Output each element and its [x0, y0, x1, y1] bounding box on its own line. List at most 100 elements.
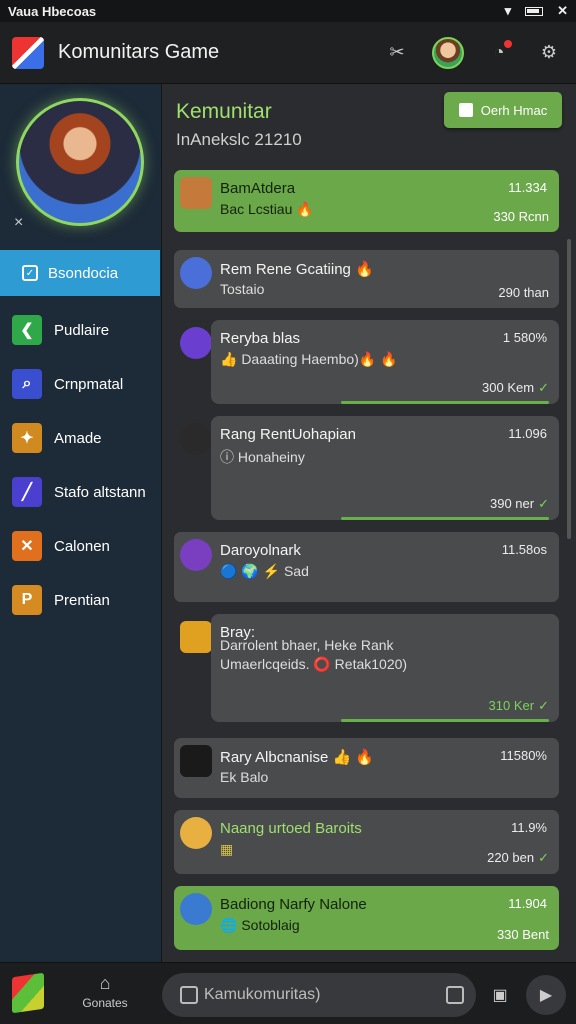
- image-icon[interactable]: ▣: [482, 977, 518, 1013]
- chat-message: 👍 Daaating Haembo)🔥 🔥: [220, 351, 398, 367]
- scrollbar[interactable]: [567, 239, 571, 539]
- chat-message: Darrolent bhaer, Heke Rank: [220, 637, 394, 653]
- chat-time: 11.096: [508, 426, 547, 441]
- badge-icon: P: [12, 585, 42, 615]
- chat-footer: 310 Ker ✓: [489, 698, 549, 714]
- wifi-icon: ▾: [504, 3, 512, 18]
- home-tab[interactable]: ⌂ Gonates: [80, 973, 130, 1010]
- sidebar-item-label: Stafo altstann: [54, 483, 146, 501]
- user-avatar[interactable]: [432, 36, 464, 69]
- sword-icon: ╱: [12, 477, 42, 507]
- avatar: [180, 423, 212, 455]
- close-icon[interactable]: ✕: [557, 3, 568, 19]
- chat-time: 1 580%: [502, 330, 547, 345]
- chat-message: ⓘ Honaheiny: [220, 449, 305, 465]
- chat-card[interactable]: Badiong Narfy Nalone 🌐 Sotoblaig 11.904 …: [174, 886, 559, 950]
- profile-avatar[interactable]: [16, 98, 144, 226]
- chat-message: Ek Balo: [220, 769, 269, 785]
- sidebar-item-label: Prentian: [54, 591, 110, 609]
- carrier-text: Vaua Hbecoas: [8, 3, 97, 19]
- sidebar-item-label: Bsondocia: [48, 264, 119, 282]
- sidebar-item-6[interactable]: P Prentian: [0, 580, 160, 620]
- sidebar-item-5[interactable]: ✕ Calonen: [0, 526, 160, 566]
- home-icon: ⌂: [99, 973, 111, 993]
- home-tab-label: Gonates: [82, 996, 128, 1010]
- check-icon: ✓: [538, 380, 549, 395]
- check-icon: ✓: [538, 496, 549, 511]
- chat-message: 🌐 Sotoblaig: [220, 917, 300, 933]
- chat-footer: 330 Bent: [496, 927, 549, 942]
- chat-name: Rem Rene Gcatiing 🔥: [220, 261, 374, 278]
- sidebar-item-label: Pudlaire: [54, 321, 110, 339]
- chat-message: Umaerlcqeids. ⭕ Retak1020): [220, 656, 408, 672]
- sidebar-item-4[interactable]: ╱ Stafo altstann: [0, 472, 160, 512]
- chat-card[interactable]: Bray: Darrolent bhaer, Heke Rank Umaerlc…: [174, 614, 559, 722]
- check-icon: ✓: [538, 850, 549, 865]
- chat-time: 11.9%: [511, 820, 547, 835]
- sidebar: × ✓ Bsondocia ❮ Pudlaire ⌕ Crnpmatal ✦ A…: [0, 84, 162, 962]
- app-header: Komunitars Game ✂ ◔ ⚙: [0, 22, 576, 84]
- chat-time: 11580%: [500, 748, 547, 763]
- chat-name: Reryba blas: [220, 330, 301, 347]
- chat-card[interactable]: Reryba blas 👍 Daaating Haembo)🔥 🔥 1 580%…: [174, 320, 559, 404]
- chat-message: ▦: [220, 841, 234, 857]
- edit-icon: [180, 986, 198, 1004]
- avatar: [180, 327, 212, 359]
- chat-card[interactable]: Rary Albcnanise 👍 🔥 Ek Balo 11580%: [174, 738, 559, 798]
- chat-footer-text: 300 Kem: [482, 380, 535, 395]
- chat-footer: 330 Rcnn: [493, 209, 549, 224]
- chat-card[interactable]: Daroyolnark 🔵 🌍 ⚡ Sad 11.58os: [174, 532, 559, 602]
- chat-card[interactable]: Naang urtoed Baroits ▦ 11.9% 220 ben ✓: [174, 810, 559, 874]
- page-subtitle: InAnekslc 21210: [176, 130, 302, 149]
- chat-name: Naang urtoed Baroits: [220, 820, 362, 837]
- open-button[interactable]: Oerh Hmac: [444, 92, 562, 128]
- open-button-label: Oerh Hmac: [480, 102, 548, 118]
- avatar: [180, 257, 212, 289]
- chat-card[interactable]: Rem Rene Gcatiing 🔥 Tostaio 290 than: [174, 250, 559, 308]
- settings-icon[interactable]: ⚙: [534, 38, 564, 68]
- avatar: [180, 539, 212, 571]
- chat-footer-text: 390 ner: [490, 496, 535, 511]
- sidebar-item-3[interactable]: ✦ Amade: [0, 418, 160, 458]
- sidebar-item-1[interactable]: ❮ Pudlaire: [0, 310, 160, 350]
- avatar: [180, 817, 212, 849]
- avatar: [180, 177, 212, 209]
- chat-message: 🔵 🌍 ⚡ Sad: [220, 563, 309, 579]
- flame-icon: ✦: [12, 423, 42, 453]
- chat-message: Tostaio: [220, 281, 265, 297]
- app-logo[interactable]: [12, 972, 44, 1014]
- check-icon: ✓: [538, 698, 549, 713]
- chat-footer: 220 ben ✓: [487, 850, 549, 866]
- page-title: Kemunitar: [176, 100, 272, 123]
- chat-name: BamAtdera: [220, 180, 296, 197]
- status-bar: Vaua Hbecoas ▾ ✕: [0, 0, 576, 22]
- edit-icon: [458, 103, 473, 117]
- chat-name: Rary Albcnanise 👍 🔥: [220, 749, 375, 766]
- chat-name: Daroyolnark: [220, 542, 301, 559]
- video-icon[interactable]: ▶: [526, 975, 566, 1015]
- chat-name: Badiong Narfy Nalone: [220, 896, 367, 913]
- chat-time: 11.58os: [501, 542, 547, 557]
- chat-name: Rang RentUohapian: [220, 426, 356, 443]
- avatar: [180, 893, 212, 925]
- bottom-bar: ⌂ Gonates Kamukomuritas) ▣ ▶: [0, 962, 576, 1024]
- close-icon[interactable]: ×: [14, 214, 23, 232]
- chat-footer-text: 310 Ker: [488, 698, 535, 713]
- check-square-icon: ✓: [22, 265, 38, 281]
- sidebar-item-active[interactable]: ✓ Bsondocia: [0, 250, 160, 296]
- chat-message: Bac Lcstiau 🔥: [220, 201, 314, 217]
- sidebar-item-2[interactable]: ⌕ Crnpmatal: [0, 364, 160, 404]
- main-panel: Kemunitar InAnekslc 21210 Oerh Hmac BamA…: [162, 84, 576, 962]
- attach-icon[interactable]: [446, 986, 464, 1004]
- notifications-icon[interactable]: ◔: [484, 38, 514, 68]
- chat-time: 11.334: [508, 180, 547, 195]
- chat-footer: 290 than: [498, 285, 549, 300]
- chat-card[interactable]: BamAtdera Bac Lcstiau 🔥 11.334 330 Rcnn: [174, 170, 559, 232]
- message-input[interactable]: Kamukomuritas): [162, 973, 476, 1017]
- tools-icon[interactable]: ✂: [382, 38, 412, 68]
- battery-icon: [525, 6, 544, 16]
- chat-card[interactable]: Rang RentUohapian ⓘ Honaheiny 11.096 390…: [174, 416, 559, 520]
- sidebar-item-label: Calonen: [54, 537, 110, 555]
- sidebar-item-label: Amade: [54, 429, 102, 447]
- sidebar-item-label: Crnpmatal: [54, 375, 124, 393]
